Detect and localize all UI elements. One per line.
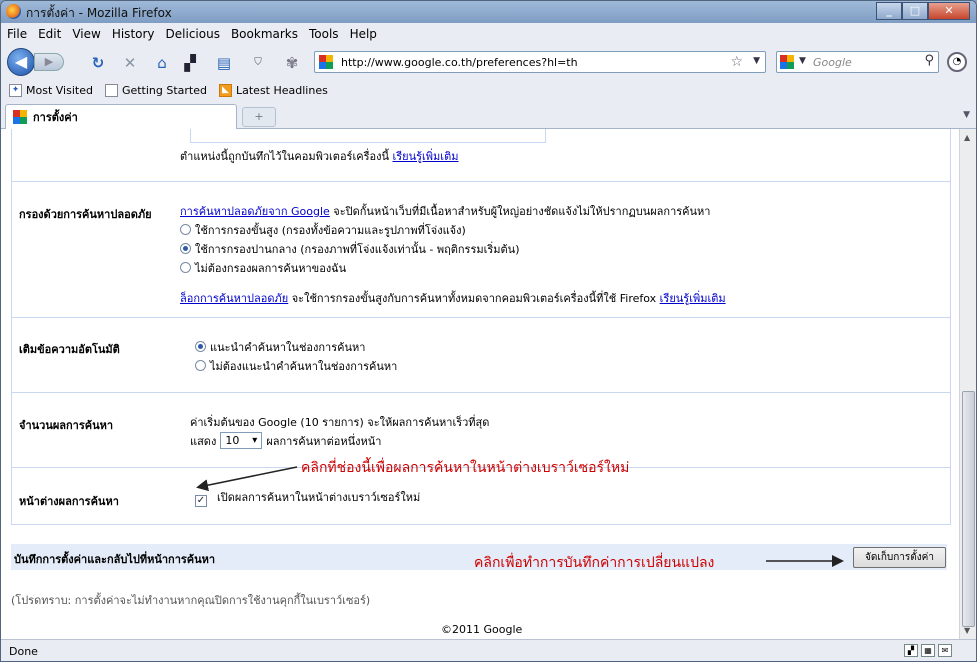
bookmark-getting-started[interactable]: Getting Started [104, 83, 207, 97]
stop-icon[interactable]: ✕ [121, 54, 139, 72]
search-engine-dropdown-icon[interactable]: ▼ [799, 56, 806, 66]
bookmark-most-visited[interactable]: ✦ Most Visited [9, 83, 93, 97]
tag-icon[interactable]: ⛉ [249, 54, 267, 72]
bookmark-page-icon[interactable]: ▤ [215, 54, 233, 72]
tab-list-icon[interactable]: ▼ [963, 110, 970, 120]
menu-history[interactable]: History [112, 25, 155, 44]
autocomplete-label: เติมข้อความอัตโนมัติ [19, 343, 120, 356]
close-button[interactable]: ✕ [928, 2, 970, 20]
most-visited-icon: ✦ [9, 83, 22, 97]
menu-edit[interactable]: Edit [38, 25, 61, 44]
menu-view[interactable]: View [72, 25, 100, 44]
new-window-option[interactable]: ✓ เปิดผลการค้นหาในหน้าต่างเบราว์เซอร์ใหม่ [195, 488, 420, 507]
results-window-label: หน้าต่างผลการค้นหา [19, 495, 119, 508]
navigation-toolbar: ◀ ▶ ↻ ✕ ⌂ ▞ ▤ ⛉ ✾ http://www.google.co.t… [1, 45, 976, 79]
safesearch-option-moderate[interactable]: ใช้การกรองปานกลาง (กรองภาพที่โจ่งแจ้งเท่… [180, 240, 726, 259]
safesearch-option-off[interactable]: ไม่ต้องกรองผลการค้นหาของฉัน [180, 259, 726, 278]
tab-bar: การตั้งค่า + ▼ [1, 102, 976, 129]
google-search-engine-icon[interactable] [780, 55, 795, 70]
menu-bar: File Edit View History Delicious Bookmar… [1, 25, 976, 44]
url-text[interactable]: http://www.google.co.th/preferences?hl=t… [341, 56, 578, 69]
window-title: การตั้งค่า - Mozilla Firefox [26, 6, 172, 20]
title-bar: การตั้งค่า - Mozilla Firefox _ □ ✕ [1, 1, 976, 23]
google-favicon-icon [13, 109, 28, 125]
screen-grab-icon[interactable]: ▞ [181, 54, 199, 72]
save-label: บันทึกการตั้งค่าและกลับไปที่หน้าการค้นหา [14, 553, 216, 566]
scroll-up-icon[interactable]: ▲ [964, 133, 970, 142]
url-dropdown-icon[interactable]: ▼ [753, 56, 760, 66]
page-icon [104, 83, 118, 97]
addon-icon[interactable]: ✾ [283, 54, 301, 72]
firefox-window: การตั้งค่า - Mozilla Firefox _ □ ✕ File … [0, 0, 977, 662]
lock-safesearch-link[interactable]: ล็อกการค้นหาปลอดภัย [180, 292, 288, 305]
autocomplete-controls: แนะนำคำค้นหาในช่องการค้นหา ไม่ต้องแนะนำค… [195, 338, 397, 376]
safesearch-section: กรองด้วยการค้นหาปลอดภัย การค้นหาปลอดภัยจ… [12, 181, 950, 316]
status-bar: Done ▞ ▦ ✉ [1, 639, 976, 661]
menu-bookmarks[interactable]: Bookmarks [231, 25, 298, 44]
autocomplete-option-on[interactable]: แนะนำคำค้นหาในช่องการค้นหา [195, 338, 397, 357]
new-window-checkbox[interactable]: ✓ [195, 495, 207, 507]
autocomplete-option-off[interactable]: ไม่ต้องแนะนำคำค้นหาในช่องการค้นหา [195, 357, 397, 376]
search-icon[interactable]: ⚲ [924, 53, 934, 68]
search-placeholder[interactable]: Google [813, 56, 852, 69]
menu-tools[interactable]: Tools [309, 25, 339, 44]
radio-suggest-off[interactable] [195, 360, 206, 371]
radio-moderate[interactable] [180, 243, 191, 254]
bookmarks-toolbar: ✦ Most Visited Getting Started ◣ Latest He… [1, 80, 976, 100]
results-count-controls: ค่าเริ่มต้นของ Google (10 รายการ) จะให้ผ… [190, 413, 489, 451]
menu-help[interactable]: Help [350, 25, 377, 44]
google-favicon-icon [319, 55, 334, 70]
location-note: ตำแหน่งนี้ถูกบันทึกไว้ในคอมพิวเตอร์เครื่… [180, 150, 459, 163]
location-input-edge [190, 129, 546, 143]
safesearch-option-strict[interactable]: ใช้การกรองขั้นสูง (กรองทั้งข้อความและรูป… [180, 221, 726, 240]
mail-icon[interactable]: ✉ [938, 644, 952, 657]
screen-icon[interactable]: ▞ [904, 644, 918, 657]
safesearch-learn-more-link[interactable]: เรียนรู้เพิ่มเติม [660, 292, 726, 305]
copyright: ©2011 Google [441, 623, 523, 636]
safesearch-link[interactable]: การค้นหาปลอดภัยจาก Google [180, 205, 330, 218]
results-count-section: จำนวนผลการค้นหา ค่าเริ่มต้นของ Google (1… [12, 392, 950, 466]
address-bar[interactable]: http://www.google.co.th/preferences?hl=t… [314, 51, 766, 73]
safesearch-label: กรองด้วยการค้นหาปลอดภัย [19, 208, 152, 221]
vertical-scrollbar[interactable]: ▲ ▼ [959, 129, 976, 639]
page-content: ตำแหน่งนี้ถูกบันทึกไว้ในคอมพิวเตอร์เครื่… [1, 129, 959, 639]
learn-more-link[interactable]: เรียนรู้เพิ่มเติม [393, 150, 459, 163]
radio-strict[interactable] [180, 224, 191, 235]
menu-delicious[interactable]: Delicious [166, 25, 220, 44]
checkbox-annotation: คลิกที่ช่องนี้เพื่อผลการค้นหาในหน้าต่างเ… [301, 460, 630, 476]
save-preferences-button[interactable]: จัดเก็บการตั้งค่า [853, 547, 946, 568]
cookie-note: (โปรดทราบ: การตั้งค่าจะไม่ทำงานหากคุณปิด… [11, 594, 371, 607]
maximize-button[interactable]: □ [902, 2, 928, 20]
search-box[interactable]: ▼ Google ⚲ [776, 51, 939, 73]
firefox-logo-icon [6, 4, 21, 19]
star-icon[interactable]: ☆ [730, 54, 743, 70]
bookmark-latest-headlines[interactable]: ◣ Latest Headlines [219, 83, 328, 97]
results-window-controls: ✓ เปิดผลการค้นหาในหน้าต่างเบราว์เซอร์ใหม่ [195, 488, 420, 507]
results-count-label: จำนวนผลการค้นหา [19, 419, 114, 432]
forward-button[interactable]: ▶ [34, 53, 64, 71]
status-text: Done [9, 645, 38, 658]
radio-off[interactable] [180, 262, 191, 273]
rss-icon: ◣ [219, 83, 232, 97]
back-button[interactable]: ◀ [7, 48, 35, 76]
scrollbar-thumb[interactable] [962, 391, 975, 627]
safesearch-controls: การค้นหาปลอดภัยจาก Google จะปิดกั้นหน้าเ… [180, 205, 726, 305]
clock-icon[interactable]: ◔ [947, 52, 967, 72]
new-tab-button[interactable]: + [242, 107, 276, 127]
tab-preferences[interactable]: การตั้งค่า [5, 104, 237, 129]
menu-file[interactable]: File [7, 25, 27, 44]
autocomplete-section: เติมข้อความอัตโนมัติ แนะนำคำค้นหาในช่องก… [12, 317, 950, 391]
grid-icon[interactable]: ▦ [921, 644, 935, 657]
scroll-down-icon[interactable]: ▼ [964, 626, 970, 635]
home-icon[interactable]: ⌂ [153, 54, 171, 72]
results-per-page-select[interactable]: 10 [220, 432, 263, 449]
minimize-button[interactable]: _ [876, 2, 902, 20]
reload-icon[interactable]: ↻ [89, 54, 107, 72]
radio-suggest-on[interactable] [195, 341, 206, 352]
save-annotation: คลิกเพื่อทำการบันทึกค่าการเปลี่ยนแปลง [474, 555, 715, 571]
